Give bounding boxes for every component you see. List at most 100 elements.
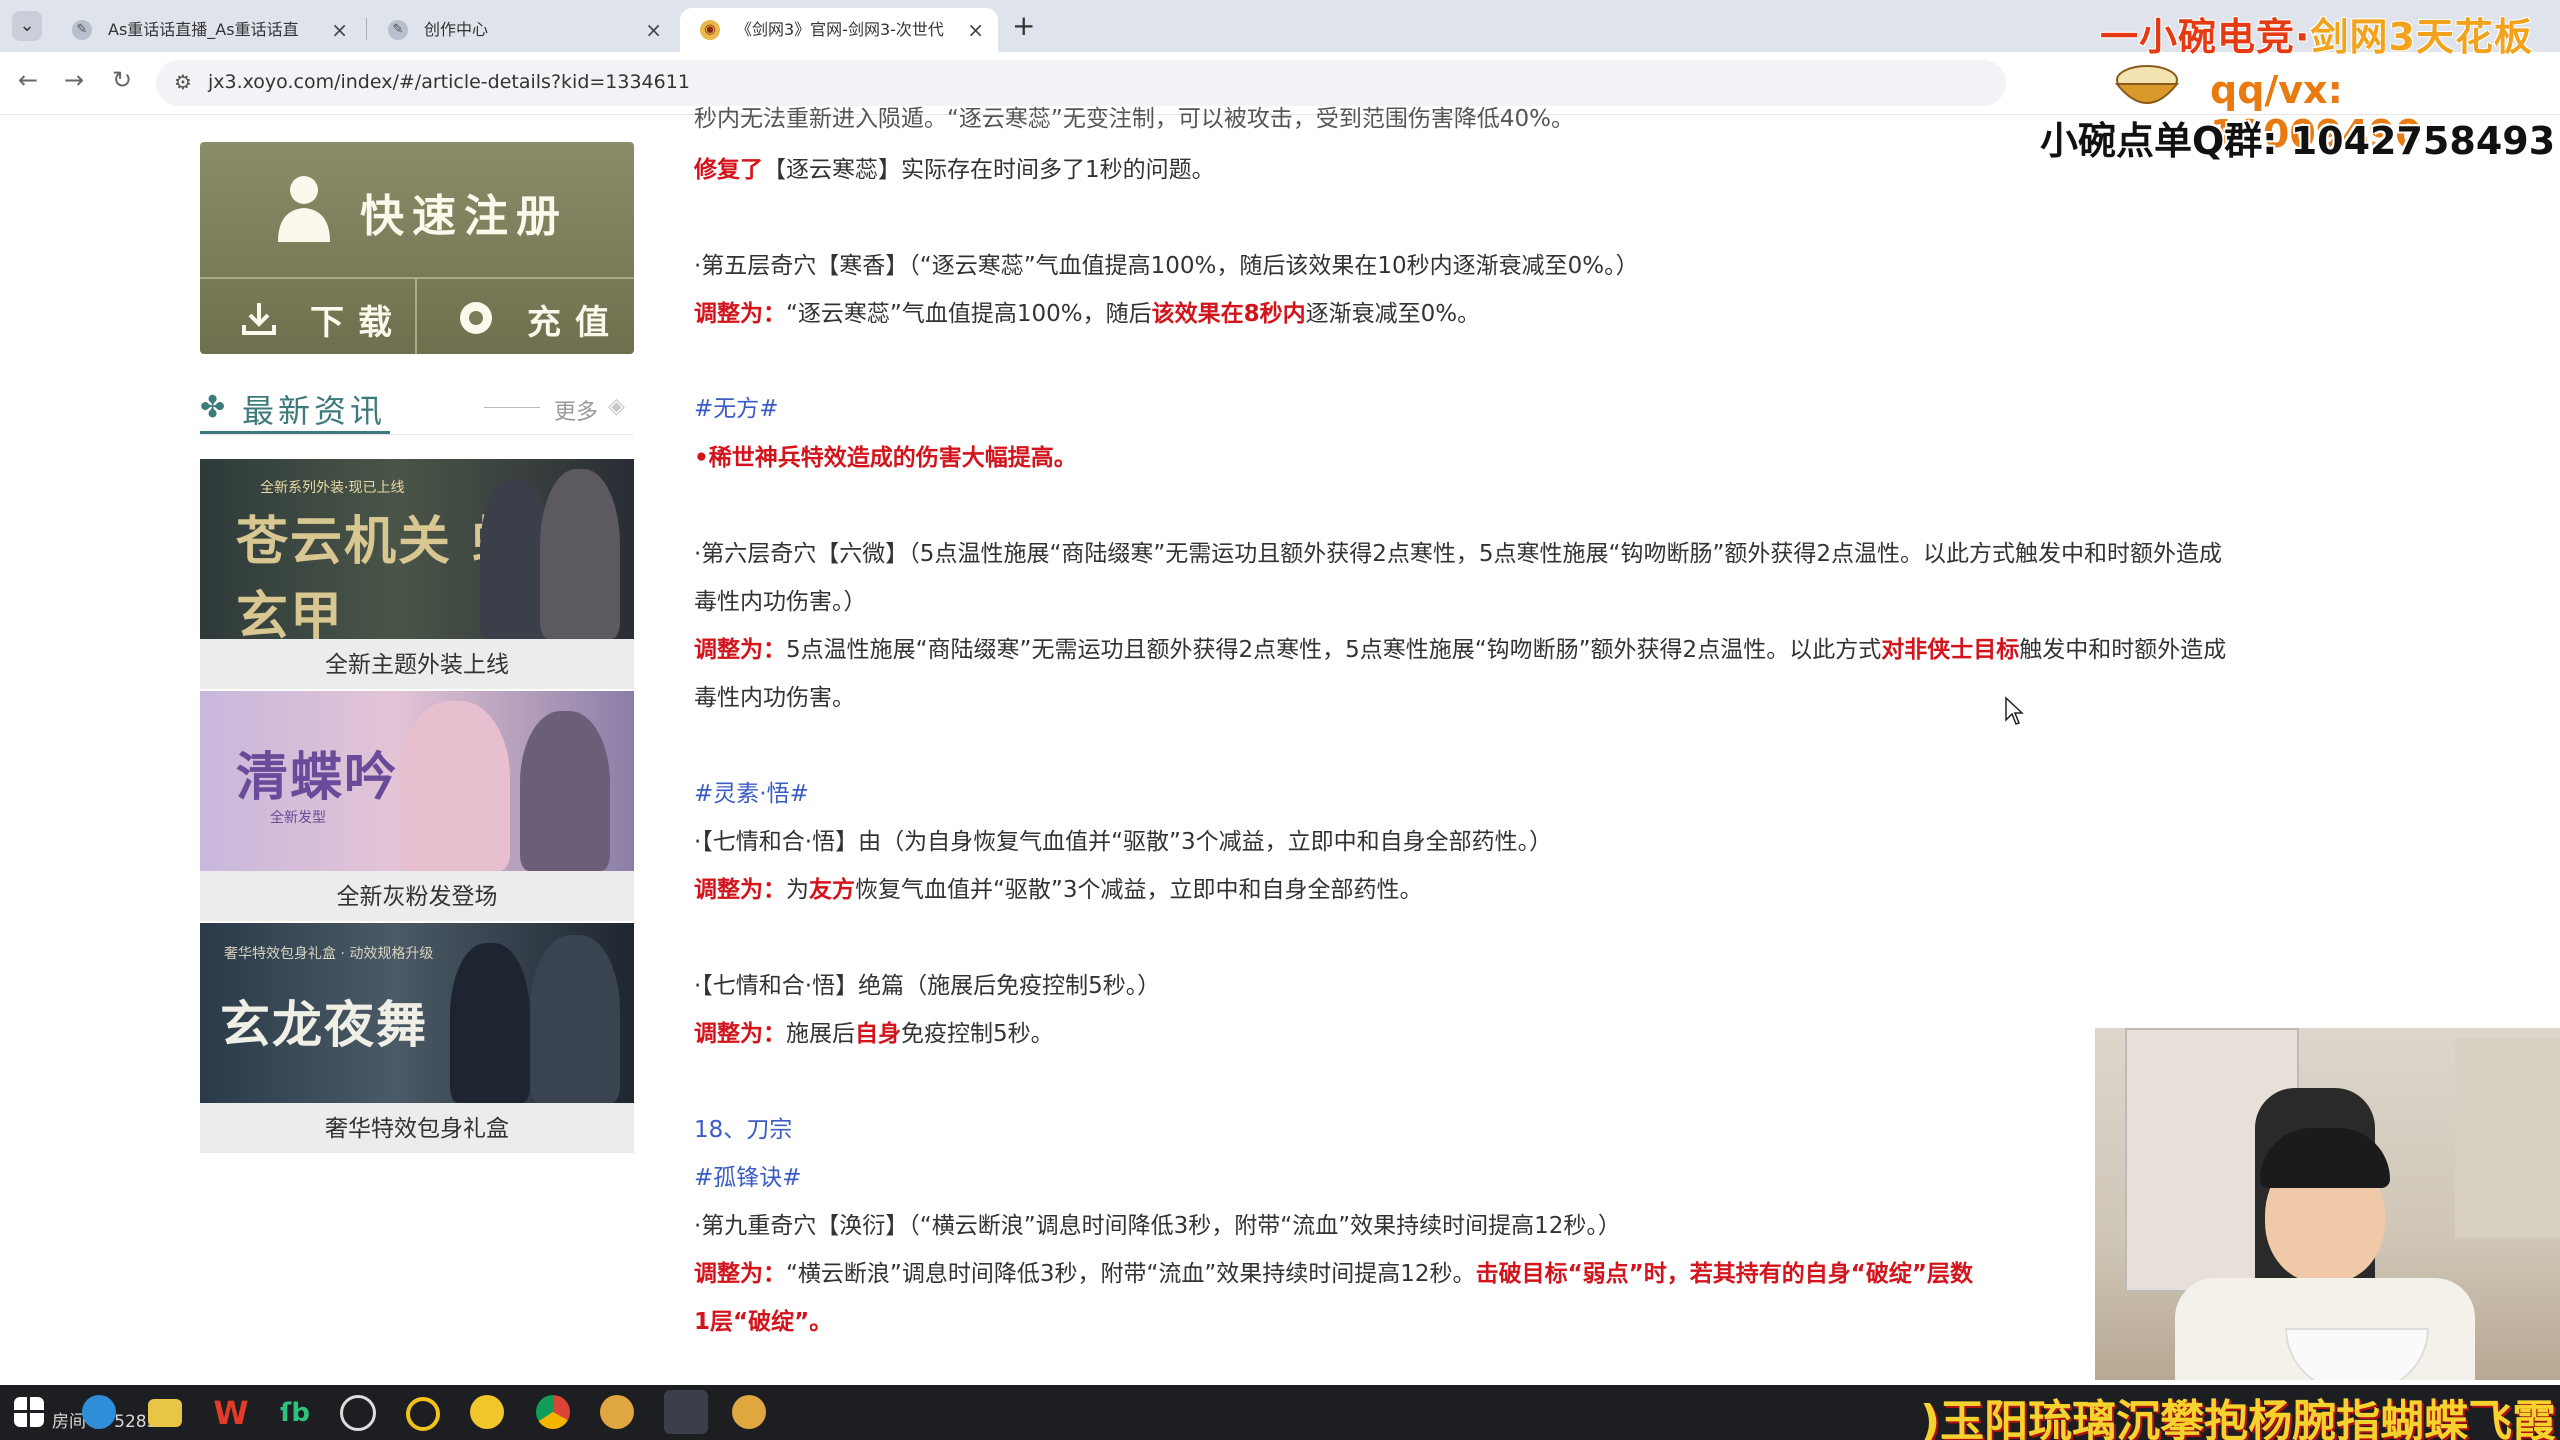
reload-icon[interactable]: ↻: [112, 66, 132, 94]
article-line: 调整为：施展后自身免疫控制5秒。: [694, 1014, 1054, 1048]
tab-title: 创作中心: [424, 20, 489, 39]
jx3-game-icon[interactable]: [732, 1395, 766, 1429]
section-tag: #孤锋诀#: [694, 1165, 802, 1191]
overlay-title-a: 一小碗电竞·: [2100, 15, 2311, 59]
tab-as-live[interactable]: ✎ As重话话直播_As重话话直 ×: [52, 8, 362, 52]
forward-arrow-icon[interactable]: →: [64, 66, 84, 94]
tab-search-dropdown[interactable]: ⌄: [12, 11, 42, 41]
news-icon: ✤: [200, 390, 226, 425]
section-tag: #灵素·悟#: [694, 781, 809, 807]
article-text: ·第九重奇穴【涣衍】（“横云断浪”调息时间降低3秒，附带“流血”效果持续时间提高…: [694, 1213, 1621, 1239]
news-image-title: 清蝶吟: [236, 747, 399, 808]
article-line: 修复了【逐云寒蕊】实际存在时间多了1秒的问题。: [694, 150, 1215, 184]
tab-jx3-official[interactable]: ◉ 《剑网3》官网-剑网3-次世代 ×: [680, 8, 998, 52]
quick-register-button[interactable]: 快速注册: [200, 142, 634, 279]
article-text: 为: [786, 877, 809, 903]
section-tag: #无方#: [694, 396, 779, 422]
article-text: 毒性内功伤害。: [694, 685, 855, 711]
article-text: 【逐云寒蕊】实际存在时间多了1秒的问题。: [763, 157, 1215, 183]
highlight-text: 对非侠士目标: [1881, 637, 2020, 663]
news-caption[interactable]: 全新灰粉发登场: [200, 877, 634, 911]
news-title: 最新资讯: [242, 392, 387, 430]
news-card[interactable]: 清蝶吟 全新发型 全新灰粉发登场: [200, 691, 634, 921]
tab-creator-center[interactable]: ✎ 创作中心 ×: [368, 8, 676, 52]
speed-app-icon[interactable]: [340, 1395, 376, 1431]
file-explorer-icon[interactable]: [148, 1399, 182, 1427]
windows-start-icon[interactable]: [14, 1397, 44, 1427]
news-image[interactable]: 清蝶吟 全新发型: [200, 691, 634, 871]
webcam-shelf: [2455, 1038, 2560, 1238]
news-image-sub: 全新发型: [270, 810, 326, 826]
article-line: 调整为：“逐云寒蕊”气血值提高100%，随后该效果在8秒内逐渐衰减至0%。: [694, 294, 1480, 328]
character-figure: [540, 469, 620, 639]
webcam-bowl: [2285, 1328, 2429, 1380]
overlay-title-b: 剑网3天花板: [2310, 15, 2533, 59]
url-text[interactable]: jx3.xoyo.com/index/#/article-details?kid…: [208, 71, 690, 93]
tab-favicon-icon: ◉: [700, 20, 720, 40]
article-text: ·【七情和合·悟】由（为自身恢复气血值并“驱散”3个减益，立即中和自身全部药性。…: [694, 829, 1553, 855]
article-text: 触发中和时额外造成: [2019, 637, 2227, 663]
adjust-label: 调整为：: [694, 301, 786, 327]
recharge-icon: [460, 302, 492, 334]
tab-close-icon[interactable]: ×: [645, 8, 662, 52]
news-image-title: 玄龙夜舞: [220, 995, 428, 1054]
back-arrow-icon[interactable]: ←: [18, 66, 38, 94]
register-panel: 快速注册 下载 充值: [200, 142, 634, 354]
sect-heading: 18、刀宗: [694, 1117, 793, 1143]
recharge-label: 充值: [527, 303, 623, 343]
edge-browser-icon[interactable]: [82, 1395, 116, 1429]
news-caption[interactable]: 奢华特效包身礼盒: [200, 1109, 634, 1143]
recharge-button[interactable]: 充值: [417, 279, 632, 354]
jx3-launcher-icon[interactable]: [600, 1395, 634, 1429]
tab-title: As重话话直播_As重话话直: [108, 20, 299, 39]
download-icon: [242, 303, 276, 335]
download-button[interactable]: 下载: [200, 279, 415, 354]
article-text: 恢复气血值并“驱散”3个减益，立即中和自身全部药性。: [855, 877, 1423, 903]
article-text: 逐渐衰减至0%。: [1305, 301, 1481, 327]
circle-app-icon[interactable]: [406, 1397, 440, 1431]
new-tab-button[interactable]: +: [1012, 9, 1035, 42]
tab-close-icon[interactable]: ×: [331, 8, 348, 52]
yellow-app-icon[interactable]: [470, 1395, 504, 1429]
tab-favicon-icon: ✎: [388, 20, 408, 40]
news-card[interactable]: 奢华特效包身礼盒 · 动效规格升级 玄龙夜舞 奢华特效包身礼盒: [200, 923, 634, 1153]
stream-group-overlay: 小碗点单Q群: 1042758493: [2040, 119, 2556, 163]
news-card[interactable]: 全新系列外装·现已上线 苍云机关 蛟龙玄甲 全新主题外装上线: [200, 459, 634, 689]
highlight-text: 该效果在8秒内: [1151, 301, 1306, 327]
news-image[interactable]: 奢华特效包身礼盒 · 动效规格升级 玄龙夜舞: [200, 923, 634, 1103]
article-text: 毒性内功伤害。）: [694, 589, 867, 615]
site-info-icon[interactable]: ⚙: [174, 70, 192, 94]
danmaku-ticker: )玉阳琉璃沉攀抱杨腕指蝴蝶飞霞: [1920, 1396, 2557, 1440]
character-figure: [400, 701, 510, 871]
qq-icon[interactable]: [664, 1390, 708, 1434]
stream-title-overlay: 一小碗电竞·剑网3天花板: [2100, 6, 2533, 61]
highlight-text: 击破目标“弱点”时，若其持有的自身“破绽”层数: [1475, 1261, 1974, 1287]
tab-separator: [366, 18, 367, 40]
highlight-text: •稀世神兵特效造成的伤害大幅提高。: [694, 445, 1077, 471]
register-title: 快速注册: [360, 191, 568, 242]
adjust-label: 调整为：: [694, 637, 786, 663]
article-text: ·【七情和合·悟】绝篇（施展后免疫控制5秒。）: [694, 973, 1161, 999]
more-link[interactable]: 更多: [554, 394, 598, 426]
more-diamond-icon[interactable]: ◈: [608, 394, 625, 419]
app-icon[interactable]: ſb: [276, 1394, 314, 1432]
tab-favicon-icon: ✎: [72, 20, 92, 40]
news-image[interactable]: 全新系列外装·现已上线 苍云机关 蛟龙玄甲: [200, 459, 634, 639]
article-text: ·第六层奇穴【六微】（5点温性施展“商陆缀寒”无需运功且额外获得2点寒性，5点寒…: [694, 541, 2223, 567]
fix-label: 修复了: [694, 157, 763, 183]
mouse-cursor-icon: [2005, 696, 2024, 725]
chrome-icon[interactable]: [536, 1395, 570, 1429]
article-line: 调整为：5点温性施展“商陆缀寒”无需运功且额外获得2点寒性，5点寒性施展“钩吻断…: [694, 630, 2226, 664]
tab-close-icon[interactable]: ×: [967, 8, 984, 52]
news-header: ✤ 最新资讯 更多 ◈: [200, 384, 634, 435]
article-line: 调整为：为友方恢复气血值并“驱散”3个减益，立即中和自身全部药性。: [694, 870, 1422, 904]
news-underline: [200, 431, 390, 434]
character-figure: [450, 943, 530, 1103]
tab-title: 《剑网3》官网-剑网3-次世代: [736, 20, 944, 39]
article-text: 秒内无法重新进入陨遁。“逐云寒蕊”无变注制，可以被攻击，受到范围伤害降低40%。: [694, 106, 1574, 132]
highlight-text: 自身: [855, 1021, 901, 1047]
character-figure: [530, 935, 620, 1103]
adjust-label: 调整为：: [694, 877, 786, 903]
news-caption[interactable]: 全新主题外装上线: [200, 645, 634, 679]
wps-icon[interactable]: W: [212, 1394, 250, 1432]
